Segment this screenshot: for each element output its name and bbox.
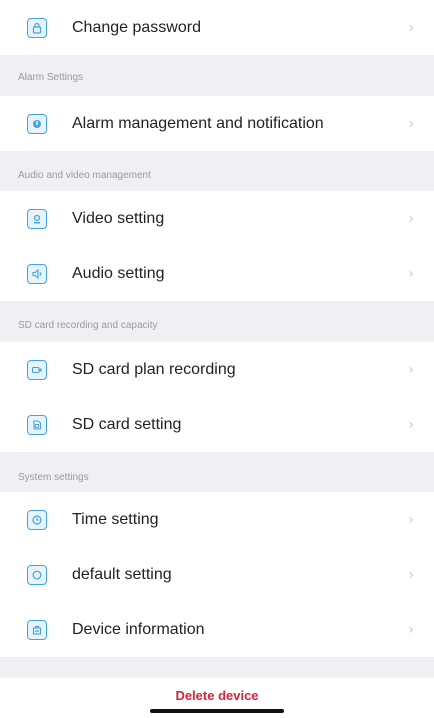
change-password-row[interactable]: Change password › — [0, 0, 434, 55]
sd-card-icon — [27, 414, 47, 435]
section-header-system: System settings — [18, 472, 89, 483]
video-icon — [27, 208, 47, 229]
reset-icon — [27, 564, 47, 585]
video-setting-label: Video setting — [72, 209, 165, 227]
audio-setting-label: Audio setting — [72, 264, 165, 282]
clock-icon — [27, 509, 47, 530]
sd-plan-recording-label: SD card plan recording — [72, 360, 236, 378]
chevron-right-icon: › — [408, 416, 414, 433]
chevron-right-icon: › — [408, 210, 414, 227]
video-setting-row[interactable]: Video setting › — [0, 191, 434, 246]
chevron-right-icon: › — [408, 115, 414, 132]
sd-card-setting-row[interactable]: SD card setting › — [0, 397, 434, 452]
sd-card-setting-label: SD card setting — [72, 415, 182, 433]
chevron-right-icon: › — [408, 511, 414, 528]
chevron-right-icon: › — [408, 621, 414, 638]
lock-icon — [27, 17, 47, 38]
audio-setting-row[interactable]: Audio setting › — [0, 246, 434, 301]
device-information-row[interactable]: Device information › — [0, 602, 434, 657]
section-header-audio-video: Audio and video management — [18, 170, 151, 181]
alarm-management-label: Alarm management and notification — [72, 114, 324, 132]
time-setting-row[interactable]: Time setting › — [0, 492, 434, 547]
default-setting-row[interactable]: default setting › — [0, 547, 434, 602]
time-setting-label: Time setting — [72, 510, 159, 528]
device-settings-page: Change password › Alarm Settings Alarm m… — [0, 0, 434, 718]
chevron-right-icon: › — [408, 19, 414, 36]
section-header-sd-card: SD card recording and capacity — [18, 320, 158, 331]
speaker-icon — [27, 263, 47, 284]
sd-plan-recording-row[interactable]: SD card plan recording › — [0, 342, 434, 397]
delete-device-button[interactable]: Delete device — [0, 688, 434, 703]
home-indicator — [150, 709, 284, 713]
chevron-right-icon: › — [408, 566, 414, 583]
chevron-right-icon: › — [408, 265, 414, 282]
device-info-icon — [27, 619, 47, 640]
default-setting-label: default setting — [72, 565, 172, 583]
record-camera-icon — [27, 359, 47, 380]
alarm-icon — [27, 113, 47, 134]
change-password-label: Change password — [72, 18, 201, 36]
device-information-label: Device information — [72, 620, 205, 638]
chevron-right-icon: › — [408, 361, 414, 378]
section-header-alarm: Alarm Settings — [18, 72, 84, 83]
alarm-management-row[interactable]: Alarm management and notification › — [0, 96, 434, 151]
